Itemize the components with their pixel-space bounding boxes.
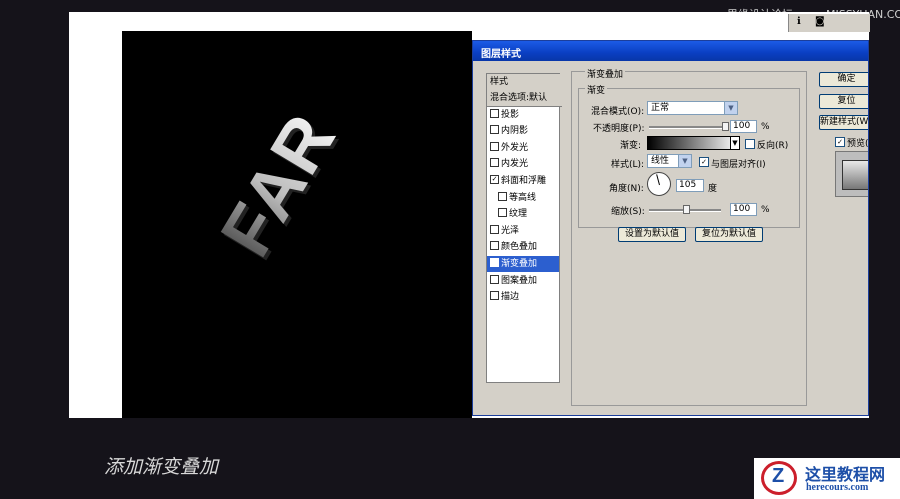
style-item-label: 斜面和浮雕	[501, 176, 547, 186]
scale-label: 缩放(S):	[611, 207, 645, 217]
opacity-label: 不透明度(P):	[593, 124, 645, 134]
opacity-unit: %	[761, 122, 770, 132]
style-item[interactable]: ✓ 斜面和浮雕	[487, 173, 559, 189]
subgroup-title: 渐变	[585, 83, 608, 96]
style-item-label: 内发光	[501, 159, 529, 170]
style-checkbox[interactable]	[498, 208, 507, 218]
style-item-label: 图案叠加	[501, 275, 538, 286]
style-item-label: 颜色叠加	[501, 242, 538, 253]
opacity-input[interactable]: 100	[730, 120, 757, 133]
style-item[interactable]: 等高线	[487, 190, 567, 206]
style-item[interactable]: ✓ 渐变叠加	[487, 256, 559, 272]
style-value: 线性	[651, 156, 670, 166]
style-checkbox[interactable]	[490, 108, 499, 118]
gradient-picker[interactable]	[647, 136, 739, 150]
style-item[interactable]: 描边	[487, 289, 559, 305]
preview-label: 预览(V)	[847, 139, 869, 149]
style-item[interactable]: 内阴影	[487, 123, 559, 139]
opacity-slider-thumb[interactable]	[722, 122, 729, 131]
toolbar-strip: ℹ ◙	[788, 14, 870, 32]
styles-list-header: 样式	[487, 74, 562, 91]
style-item-label: 投影	[501, 109, 520, 120]
preview-swatch	[842, 160, 868, 190]
reset-button[interactable]: 复位	[819, 94, 868, 109]
reverse-label: 反向(R)	[757, 141, 789, 151]
style-item-label: 混合选项:默认	[490, 93, 548, 103]
reverse-checkbox[interactable]	[745, 139, 755, 149]
style-checkbox[interactable]: ✓	[490, 175, 499, 184]
scale-input[interactable]: 100	[730, 203, 757, 216]
new-style-button[interactable]: 新建样式(W)...	[819, 115, 868, 130]
style-item-label: 光泽	[501, 225, 520, 236]
style-preview	[835, 151, 868, 197]
style-checkbox[interactable]: ✓	[490, 258, 499, 267]
blend-mode-value: 正常	[651, 103, 670, 113]
blend-mode-label: 混合模式(O):	[591, 107, 645, 117]
style-checkbox[interactable]	[490, 141, 499, 151]
logo-url: herecours.com	[806, 482, 869, 493]
style-item[interactable]: 外发光	[487, 140, 559, 156]
angle-dial[interactable]	[647, 172, 671, 196]
style-item[interactable]: 光泽	[487, 223, 559, 239]
style-checkbox[interactable]	[490, 125, 499, 135]
style-item[interactable]: 颜色叠加	[487, 239, 559, 255]
opacity-slider[interactable]	[649, 126, 727, 129]
style-item[interactable]: 内发光	[487, 156, 559, 172]
style-checkbox[interactable]	[498, 191, 507, 201]
style-item-label: 渐变叠加	[501, 259, 538, 269]
style-checkbox[interactable]	[490, 241, 499, 251]
style-checkbox[interactable]	[490, 158, 499, 168]
reset-default-button[interactable]: 复位为默认值	[695, 227, 763, 242]
style-select[interactable]: 线性 ▼	[647, 154, 692, 168]
angle-dial-needle	[656, 174, 660, 186]
dialog-titlebar[interactable]	[473, 41, 868, 61]
chevron-down-icon: ▼	[724, 102, 737, 114]
style-item[interactable]: 图案叠加	[487, 273, 559, 289]
blend-mode-select[interactable]: 正常 ▼	[647, 101, 738, 115]
angle-input[interactable]: 105	[676, 179, 704, 192]
style-checkbox[interactable]	[490, 274, 499, 284]
logo-letter: Z	[772, 465, 785, 487]
set-default-button[interactable]: 设置为默认值	[618, 227, 686, 242]
style-item[interactable]: 纹理	[487, 206, 567, 222]
style-item[interactable]: 混合选项:默认	[487, 90, 562, 107]
style-item-label: 外发光	[501, 142, 529, 153]
style-checkbox[interactable]	[490, 224, 499, 234]
style-checkbox[interactable]	[490, 291, 499, 301]
ok-button[interactable]: 确定	[819, 72, 868, 87]
camera-icon[interactable]: ◙	[815, 16, 825, 27]
style-item[interactable]: 投影	[487, 107, 559, 123]
chevron-down-icon: ▼	[678, 155, 691, 167]
caption-text: 添加渐变叠加	[104, 456, 219, 478]
style-item-label: 纹理	[509, 209, 528, 220]
layer-style-dialog: 图层样式 样式 混合选项:默认 投影 内阴影 外发光 内发光 ✓ 斜面和浮雕 等高线 纹理 光泽颜…	[472, 40, 869, 416]
align-label: 与图层对齐(I)	[711, 160, 766, 170]
angle-label: 角度(N):	[609, 184, 644, 194]
align-checkbox[interactable]: ✓	[699, 157, 709, 167]
dialog-title: 图层样式	[481, 49, 521, 60]
group-title: 渐变叠加	[585, 67, 626, 80]
gradient-label: 渐变:	[620, 141, 642, 151]
cursor-icon[interactable]: ℹ	[797, 16, 801, 27]
style-item-label: 描边	[501, 292, 520, 303]
preview-checkbox[interactable]: ✓	[835, 137, 845, 147]
styles-list: 样式 混合选项:默认 投影 内阴影 外发光 内发光 ✓ 斜面和浮雕 等高线 纹理 光泽 颜色叠加 ✓ 渐…	[486, 73, 562, 383]
style-label: 样式(L):	[611, 160, 645, 170]
style-item-label: 等高线	[509, 192, 537, 203]
scale-slider-thumb[interactable]	[682, 205, 690, 214]
scale-unit: %	[761, 205, 770, 215]
angle-unit: 度	[708, 184, 718, 194]
style-item-label: 内阴影	[501, 126, 529, 137]
gradient-dropdown-icon[interactable]: ▼	[730, 136, 740, 150]
